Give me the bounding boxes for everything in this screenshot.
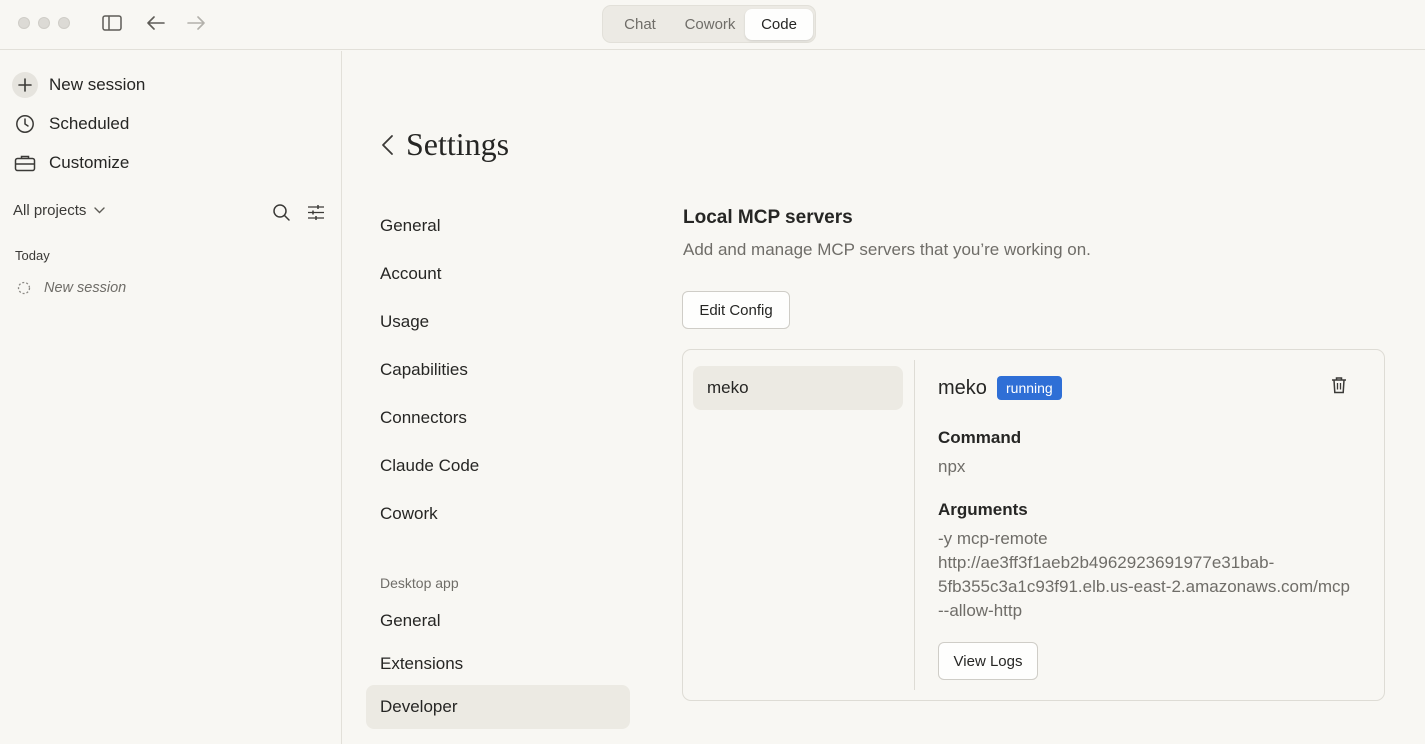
close-window-button[interactable] bbox=[18, 17, 30, 29]
nav-item-general[interactable]: General bbox=[366, 204, 630, 248]
server-name: meko bbox=[938, 377, 987, 399]
nav-item-connectors[interactable]: Connectors bbox=[366, 396, 630, 440]
new-session-label: New session bbox=[49, 75, 146, 94]
mcp-server-panel: meko meko running Command npx Arguments … bbox=[682, 349, 1385, 701]
tab-cowork[interactable]: Cowork bbox=[675, 9, 745, 40]
tab-code[interactable]: Code bbox=[745, 9, 813, 40]
session-title: New session bbox=[44, 280, 127, 296]
scheduled-button[interactable]: Scheduled bbox=[12, 109, 129, 139]
sidebar: New session Scheduled Customize All proj… bbox=[0, 51, 342, 744]
nav-item-desktop-general[interactable]: General bbox=[366, 599, 630, 643]
customize-label: Customize bbox=[49, 153, 130, 172]
nav-item-capabilities[interactable]: Capabilities bbox=[366, 348, 630, 392]
argument-line: http://ae3ff3f1aeb2b4962923691977e31bab- bbox=[938, 553, 1275, 572]
section-description: Add and manage MCP servers that you’re w… bbox=[683, 240, 1091, 259]
settings-title-text: Settings bbox=[406, 126, 510, 162]
list-item[interactable]: New session bbox=[17, 280, 126, 296]
nav-item-cowork[interactable]: Cowork bbox=[366, 492, 630, 536]
nav-item-claude-code[interactable]: Claude Code bbox=[366, 444, 630, 488]
scheduled-label: Scheduled bbox=[49, 114, 130, 133]
back-arrow-icon[interactable] bbox=[144, 11, 168, 35]
command-label: Command bbox=[938, 428, 1022, 447]
plus-icon bbox=[12, 72, 38, 98]
customize-button[interactable]: Customize bbox=[12, 148, 129, 178]
mode-switcher: Chat Cowork Code bbox=[602, 5, 816, 43]
projects-filter-dropdown[interactable]: All projects bbox=[13, 202, 106, 219]
arguments-label: Arguments bbox=[938, 500, 1028, 519]
clock-icon bbox=[12, 111, 38, 137]
chevron-down-icon bbox=[94, 207, 106, 214]
zoom-window-button[interactable] bbox=[58, 17, 70, 29]
edit-config-button[interactable]: Edit Config bbox=[682, 291, 790, 329]
trash-icon[interactable] bbox=[1331, 376, 1351, 398]
argument-line: 5fb355c3a1c93f91.elb.us-east-2.amazonaws… bbox=[938, 577, 1351, 596]
nav-item-account[interactable]: Account bbox=[366, 252, 630, 296]
sidebar-toggle-icon[interactable] bbox=[100, 11, 124, 35]
title-bar: Chat Cowork Code bbox=[0, 0, 1425, 50]
command-value: npx bbox=[938, 457, 966, 476]
filter-sliders-icon[interactable] bbox=[307, 204, 325, 226]
server-list-item[interactable]: meko bbox=[693, 366, 903, 410]
briefcase-icon bbox=[12, 150, 38, 176]
nav-item-extensions[interactable]: Extensions bbox=[366, 642, 630, 686]
loading-spinner-icon bbox=[17, 281, 31, 295]
argument-line: -y mcp-remote bbox=[938, 529, 1048, 548]
group-today-label: Today bbox=[15, 248, 50, 263]
panel-divider bbox=[914, 360, 915, 690]
nav-item-usage[interactable]: Usage bbox=[366, 300, 630, 344]
argument-line: --allow-http bbox=[938, 601, 1023, 620]
new-session-button[interactable]: New session bbox=[12, 70, 145, 100]
minimize-window-button[interactable] bbox=[38, 17, 50, 29]
page-title: Settings bbox=[380, 126, 509, 163]
tab-chat[interactable]: Chat bbox=[609, 9, 671, 40]
status-badge: running bbox=[997, 376, 1062, 400]
projects-filter-label: All projects bbox=[13, 202, 87, 219]
forward-arrow-icon[interactable] bbox=[184, 11, 208, 35]
chevron-left-icon[interactable] bbox=[380, 134, 396, 156]
section-heading: Local MCP servers bbox=[683, 207, 853, 228]
search-icon[interactable] bbox=[272, 203, 291, 227]
view-logs-button[interactable]: View Logs bbox=[938, 642, 1038, 680]
nav-section-desktop-app: Desktop app bbox=[380, 575, 459, 591]
nav-item-developer[interactable]: Developer bbox=[366, 685, 630, 729]
